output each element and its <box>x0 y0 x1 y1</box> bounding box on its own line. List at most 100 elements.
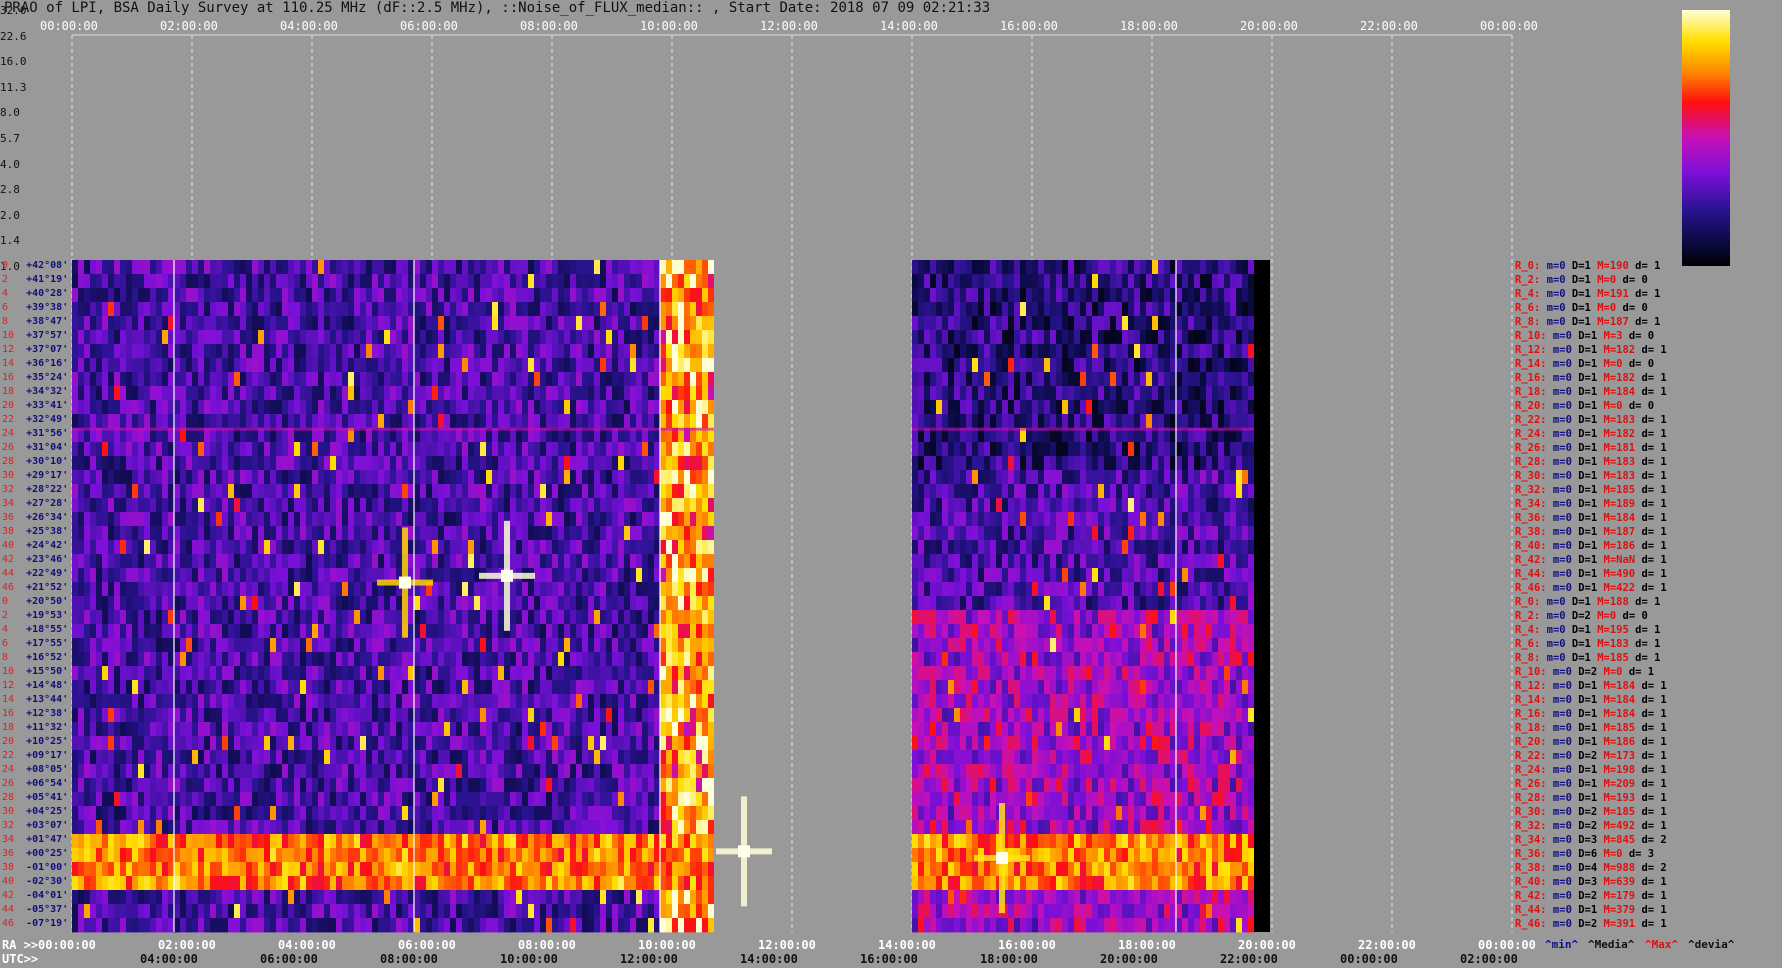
heatmap-cell <box>648 554 654 569</box>
heatmap-cell <box>414 722 420 737</box>
heatmap-cell <box>150 876 156 891</box>
heatmap-cell <box>120 722 126 737</box>
heatmap-cell <box>366 862 372 877</box>
heatmap-cell <box>414 680 420 695</box>
heatmap-cell <box>396 344 402 359</box>
heatmap-cell <box>126 414 132 429</box>
heatmap-cell <box>462 470 468 485</box>
heatmap-cell <box>642 820 648 835</box>
heatmap-cell <box>192 526 198 541</box>
heatmap-cell <box>366 890 372 905</box>
heatmap-cell <box>126 848 132 863</box>
heatmap-cell <box>240 344 246 359</box>
heatmap-cell <box>330 792 336 807</box>
heatmap-cell <box>252 638 258 653</box>
heatmap-cell <box>204 652 210 667</box>
heatmap-cell <box>690 834 696 849</box>
heatmap-cell <box>222 792 228 807</box>
heatmap-cell <box>534 582 540 597</box>
heatmap-cell <box>270 442 276 457</box>
heatmap-cell <box>486 302 492 317</box>
heatmap-cell <box>318 400 324 415</box>
heatmap-cell <box>480 358 486 373</box>
heatmap-cell <box>486 330 492 345</box>
heatmap-cell <box>546 694 552 709</box>
heatmap-cell <box>432 372 438 387</box>
heatmap-cell <box>252 652 258 667</box>
heatmap-cell <box>462 512 468 527</box>
heatmap-cell <box>354 876 360 891</box>
heatmap-cell <box>606 484 612 499</box>
heatmap-cell <box>234 638 240 653</box>
heatmap-cell <box>246 890 252 905</box>
heatmap-cell <box>162 778 168 793</box>
heatmap-cell <box>438 848 444 863</box>
heatmap-cell <box>558 358 564 373</box>
heatmap-cell <box>156 722 162 737</box>
heatmap-cell <box>474 358 480 373</box>
heatmap-cell <box>582 890 588 905</box>
heatmap-cell <box>282 638 288 653</box>
heatmap-cell <box>702 288 708 303</box>
heatmap-cell <box>288 820 294 835</box>
heatmap-cell <box>390 792 396 807</box>
heatmap-cell <box>126 456 132 471</box>
heatmap-cell <box>444 680 450 695</box>
heatmap-cell <box>690 456 696 471</box>
heatmap-cell <box>324 540 330 555</box>
heatmap-cell <box>282 834 288 849</box>
heatmap-cell <box>78 288 84 303</box>
heatmap-cell <box>120 876 126 891</box>
heatmap-cell <box>210 498 216 513</box>
heatmap-cell <box>582 274 588 289</box>
heatmap-cell <box>126 834 132 849</box>
heatmap-cell <box>234 750 240 765</box>
heatmap-cell <box>252 722 258 737</box>
heatmap-cell <box>510 596 516 611</box>
heatmap-cell <box>360 358 366 373</box>
heatmap-cell <box>642 666 648 681</box>
heatmap-cell <box>126 610 132 625</box>
heatmap-cell <box>396 554 402 569</box>
heatmap-cell <box>72 806 78 821</box>
heatmap-cell <box>174 512 180 527</box>
heatmap-cell <box>150 498 156 513</box>
heatmap-cell <box>240 400 246 415</box>
heatmap-cell <box>300 652 306 667</box>
heatmap-cell <box>372 526 378 541</box>
heatmap-cell <box>162 694 168 709</box>
heatmap-cell <box>540 330 546 345</box>
heatmap-cell <box>432 820 438 835</box>
heatmap-cell <box>546 330 552 345</box>
heatmap-cell <box>702 386 708 401</box>
heatmap-cell <box>354 708 360 723</box>
heatmap-cell <box>372 638 378 653</box>
heatmap-cell <box>696 316 702 331</box>
heatmap-cell <box>132 820 138 835</box>
heatmap-cell <box>480 540 486 555</box>
heatmap-cell <box>456 442 462 457</box>
heatmap-cell <box>312 904 318 919</box>
heatmap-cell <box>282 386 288 401</box>
heatmap-cell <box>654 260 660 275</box>
heatmap-cell <box>486 848 492 863</box>
heatmap-cell <box>144 764 150 779</box>
heatmap-cell <box>282 456 288 471</box>
heatmap-cell <box>114 834 120 849</box>
heatmap-cell <box>330 904 336 919</box>
heatmap-cell <box>306 834 312 849</box>
heatmap-cell <box>558 330 564 345</box>
heatmap-cell <box>126 904 132 919</box>
heatmap-cell <box>168 456 174 471</box>
heatmap-cell <box>72 680 78 695</box>
heatmap-cell <box>486 372 492 387</box>
heatmap-cell <box>174 316 180 331</box>
heatmap-cell <box>642 722 648 737</box>
heatmap-cell <box>672 526 678 541</box>
heatmap-cell <box>516 442 522 457</box>
heatmap-cell <box>558 694 564 709</box>
heatmap-cell <box>384 708 390 723</box>
heatmap-cell <box>666 288 672 303</box>
heatmap-cell <box>312 400 318 415</box>
heatmap-cell <box>246 820 252 835</box>
